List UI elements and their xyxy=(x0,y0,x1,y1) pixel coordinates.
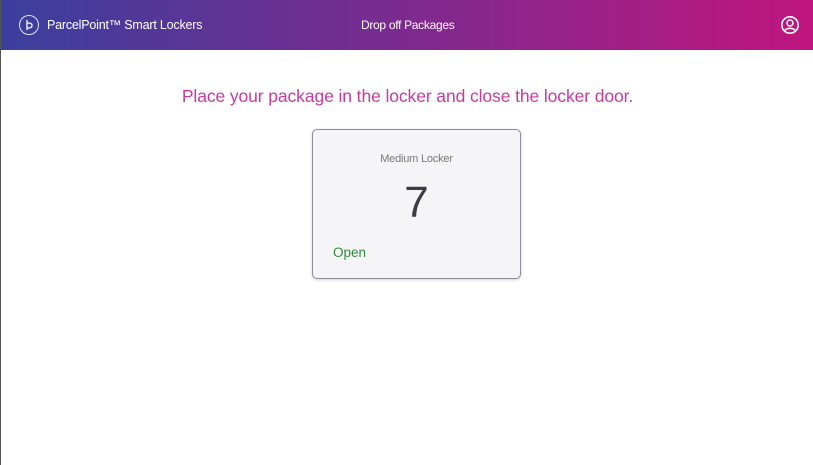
locker-card: Medium Locker 7 Open xyxy=(312,129,521,279)
page-title: Drop off Packages xyxy=(361,18,455,32)
instruction-text: Place your package in the locker and clo… xyxy=(181,86,634,106)
locker-number: 7 xyxy=(404,178,429,227)
locker-size-label: Medium Locker xyxy=(380,153,453,165)
app-window: ParcelPoint™ Smart Lockers Drop off Pack… xyxy=(0,0,813,465)
top-header-bar: ParcelPoint™ Smart Lockers Drop off Pack… xyxy=(1,0,813,50)
brand: ParcelPoint™ Smart Lockers xyxy=(19,0,202,50)
parcelpoint-logo-icon xyxy=(19,15,39,35)
user-account-glyph xyxy=(781,16,799,34)
user-account-icon[interactable] xyxy=(780,15,800,35)
locker-status: Open xyxy=(333,245,367,260)
brand-name: ParcelPoint™ Smart Lockers xyxy=(47,18,203,32)
parcelpoint-logo-glyph xyxy=(26,19,33,31)
